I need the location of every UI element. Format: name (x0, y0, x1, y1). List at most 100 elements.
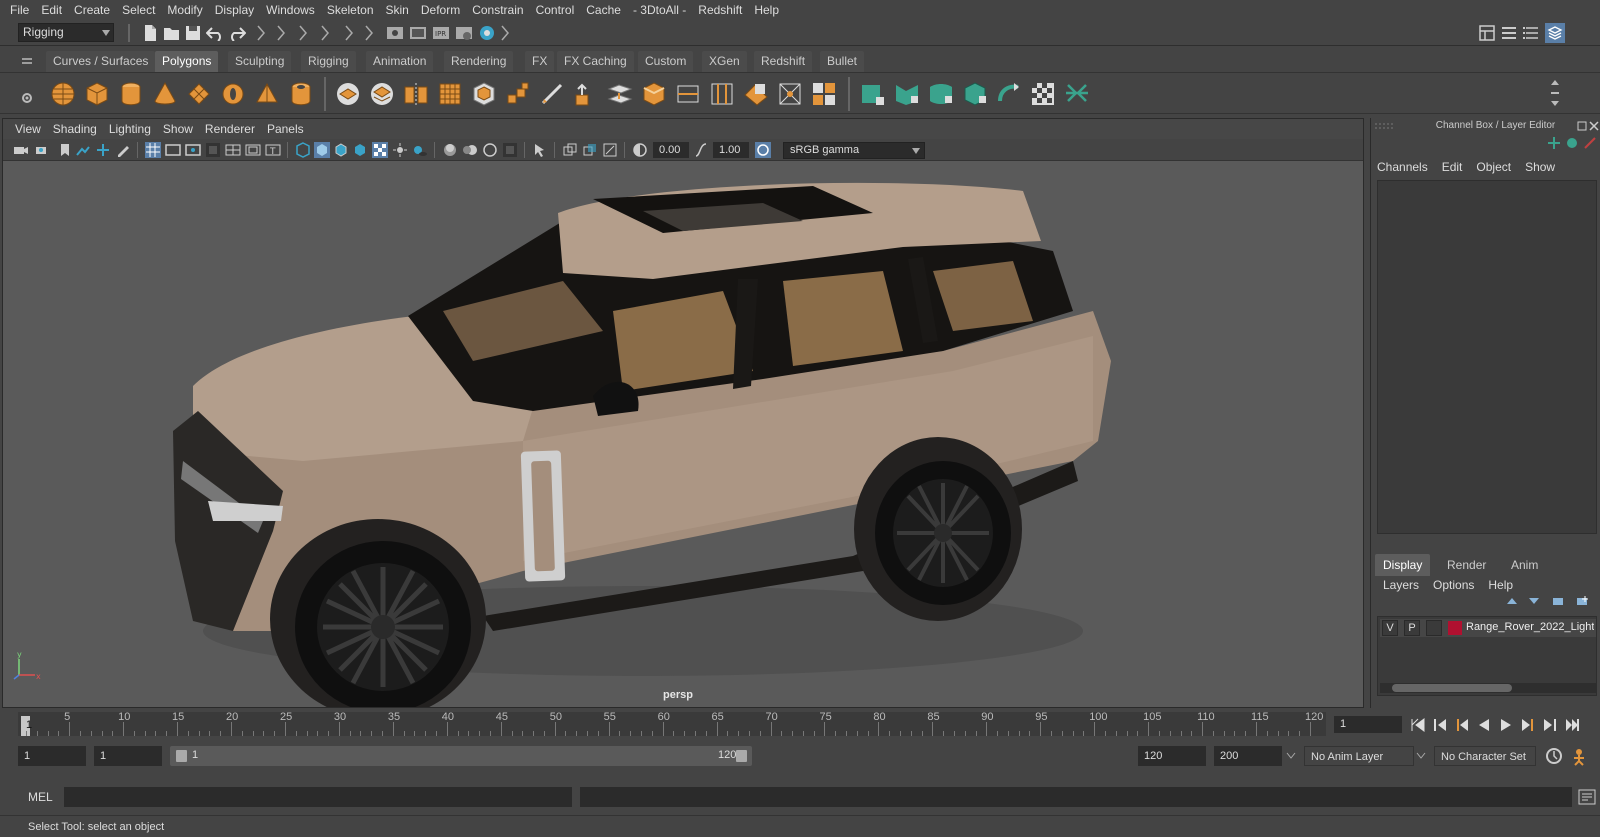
channel-box-menu-show[interactable]: Show (1525, 160, 1555, 174)
viewport-menu-panels[interactable]: Panels (261, 122, 310, 136)
anim-layer-dropdown[interactable]: No Anim Layer (1304, 746, 1414, 766)
expand-status-icon[interactable] (500, 24, 510, 42)
tab-anim[interactable]: Anim (1503, 554, 1546, 576)
animation-preferences-icon[interactable] (1568, 746, 1588, 766)
film-gate-icon[interactable] (165, 142, 181, 158)
layer-menu-layers[interactable]: Layers (1383, 578, 1419, 592)
menu-deform[interactable]: Deform (415, 0, 466, 20)
range-start-handle[interactable] (176, 750, 187, 762)
shadows-icon[interactable] (412, 142, 428, 158)
checker-map-icon[interactable] (1030, 81, 1056, 107)
chevron-down-icon[interactable] (1286, 752, 1296, 760)
go-to-start-icon[interactable] (1410, 717, 1426, 733)
poly-cylinder-icon[interactable] (118, 81, 144, 107)
gate-mask-icon[interactable] (205, 142, 221, 158)
render-view-icon[interactable] (386, 24, 404, 42)
poly-cube-icon[interactable] (84, 81, 110, 107)
exposure-icon[interactable] (632, 142, 648, 158)
chevron-down-icon[interactable] (1416, 752, 1426, 760)
uv-editor-icon[interactable] (860, 81, 886, 107)
select-hierarchy-icon[interactable] (256, 24, 266, 42)
depth-of-field-icon[interactable] (502, 142, 518, 158)
step-forward-key-icon[interactable] (1520, 717, 1536, 733)
exposure-field[interactable]: 0.00 (653, 142, 689, 158)
viewport-menu-view[interactable]: View (9, 122, 47, 136)
bridge-icon[interactable] (607, 81, 633, 107)
menu-select[interactable]: Select (116, 0, 161, 20)
xray-joints-icon[interactable] (602, 142, 618, 158)
tab-fx[interactable]: FX (525, 51, 555, 72)
menu-skeleton[interactable]: Skeleton (321, 0, 380, 20)
layer-row[interactable]: V P Range_Rover_2022_Light (1380, 619, 1596, 637)
poly-pipe-icon[interactable] (288, 81, 314, 107)
lights-icon[interactable] (392, 142, 408, 158)
gear-icon[interactable] (20, 91, 34, 105)
color-management-icon[interactable] (755, 142, 771, 158)
move-layer-down-icon[interactable] (1527, 594, 1541, 608)
shelf-scroll-icon[interactable] (1550, 77, 1560, 111)
unfold-icon[interactable] (996, 81, 1022, 107)
xray-active-components-icon[interactable] (582, 142, 598, 158)
anti-aliasing-icon[interactable] (482, 142, 498, 158)
render-frame-icon[interactable] (409, 24, 427, 42)
speed-icon[interactable] (1565, 136, 1579, 150)
save-scene-icon[interactable] (185, 24, 201, 42)
smooth-icon[interactable] (437, 81, 463, 107)
layer-visibility-toggle[interactable]: V (1382, 620, 1398, 636)
poly-pyramid-icon[interactable] (254, 81, 280, 107)
separate-icon[interactable] (369, 81, 395, 107)
tab-sculpting[interactable]: Sculpting (228, 51, 292, 72)
remesh-icon[interactable] (505, 81, 531, 107)
channel-box-menu-channels[interactable]: Channels (1377, 160, 1428, 174)
menu-display[interactable]: Display (209, 0, 260, 20)
layer-scrollbar[interactable] (1380, 683, 1596, 693)
tab-xgen[interactable]: XGen (702, 51, 747, 72)
viewport-menu-renderer[interactable]: Renderer (199, 122, 261, 136)
perspective-viewport[interactable]: yx persp (3, 161, 1363, 707)
select-component-icon[interactable] (298, 24, 308, 42)
render-toggle-icon[interactable] (364, 24, 374, 42)
menu-create[interactable]: Create (68, 0, 116, 20)
tab-animation[interactable]: Animation (366, 51, 434, 72)
multi-cut-icon[interactable] (539, 81, 565, 107)
new-layer-selected-icon[interactable] (1575, 594, 1589, 608)
float-panel-icon[interactable] (1577, 121, 1587, 131)
channel-box-area[interactable] (1377, 180, 1597, 534)
menu-constrain[interactable]: Constrain (466, 0, 529, 20)
layer-playback-toggle[interactable]: P (1404, 620, 1420, 636)
animation-end-field[interactable]: 200 (1214, 746, 1282, 766)
channel-box-menu-edit[interactable]: Edit (1442, 160, 1463, 174)
motion-blur-icon[interactable] (462, 142, 478, 158)
play-forwards-icon[interactable] (1498, 717, 1514, 733)
range-end-handle[interactable] (736, 750, 747, 762)
auto-key-icon[interactable] (1544, 746, 1564, 766)
bookmark-icon[interactable] (57, 142, 73, 158)
tab-display[interactable]: Display (1375, 554, 1431, 576)
step-forward-icon[interactable] (1542, 717, 1558, 733)
tab-rigging[interactable]: Rigging (301, 51, 356, 72)
screen-space-ao-icon[interactable] (442, 142, 458, 158)
outliner-icon[interactable] (1500, 24, 1518, 42)
render-settings-icon[interactable] (455, 24, 473, 42)
menu-3dtoall[interactable]: - 3DtoAll - (627, 0, 692, 20)
tab-fx-caching[interactable]: FX Caching (557, 51, 634, 72)
poly-sphere-icon[interactable] (50, 81, 76, 107)
smooth-shade-icon[interactable] (314, 142, 330, 158)
menu-edit[interactable]: Edit (35, 0, 68, 20)
reduce-icon[interactable] (471, 81, 497, 107)
resolution-gate-icon[interactable] (185, 142, 201, 158)
manipulator-icon[interactable] (1547, 136, 1561, 150)
use-all-lights-icon[interactable] (372, 142, 388, 158)
two-d-pan-icon[interactable] (95, 142, 111, 158)
history-toggle-icon[interactable] (344, 24, 354, 42)
planar-map-icon[interactable] (894, 81, 920, 107)
layer-display-type[interactable] (1426, 620, 1442, 636)
menu-file[interactable]: File (4, 0, 35, 20)
snap-toggle-icon[interactable] (320, 24, 330, 42)
play-backwards-icon[interactable] (1476, 717, 1492, 733)
automatic-map-icon[interactable] (962, 81, 988, 107)
channel-box-menu-object[interactable]: Object (1476, 160, 1511, 174)
textured-icon[interactable] (352, 142, 368, 158)
layer-menu-options[interactable]: Options (1433, 578, 1474, 592)
command-language-label[interactable]: MEL (28, 790, 53, 804)
